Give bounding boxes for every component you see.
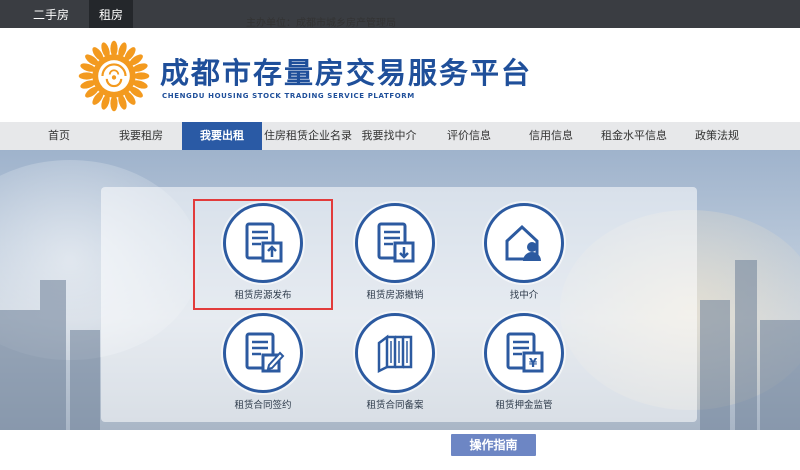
tile-label: 找中介 xyxy=(509,290,539,301)
tile-circle xyxy=(484,203,564,283)
nav-item-rent-levels[interactable]: 租金水平信息 xyxy=(594,122,674,150)
nav-item-find-agent[interactable]: 我要找中介 xyxy=(352,122,426,150)
nav-item-company-directory[interactable]: 住房租赁企业名录 xyxy=(264,122,352,150)
tab-rental[interactable]: 租房 xyxy=(89,0,133,28)
house-person-icon xyxy=(505,224,541,261)
site-title: 成都市存量房交易服务平台 xyxy=(160,56,533,90)
top-bar: 二手房 租房 xyxy=(0,0,800,28)
nav-item-credit[interactable]: 信用信息 xyxy=(516,122,586,150)
tile-deposit-supervision[interactable]: ¥ 租赁押金监管 xyxy=(481,313,567,411)
tile-label: 租赁合同签约 xyxy=(234,400,292,411)
selection-highlight xyxy=(193,199,333,310)
sunflower-logo-icon[interactable] xyxy=(78,40,150,112)
tile-contract-sign[interactable]: 租赁合同签约 xyxy=(220,313,306,411)
tile-contract-filing[interactable]: 租赁合同备案 xyxy=(352,313,438,411)
site-subtitle: CHENGDU HOUSING STOCK TRADING SERVICE PL… xyxy=(162,92,415,100)
tile-circle xyxy=(355,203,435,283)
tile-circle xyxy=(355,313,435,393)
tab-second-hand[interactable]: 二手房 xyxy=(20,0,82,28)
tile-label: 租赁押金监管 xyxy=(495,400,553,411)
tile-label: 租赁合同备案 xyxy=(366,400,424,411)
footer xyxy=(0,430,800,470)
tile-listing-withdraw[interactable]: 租赁房源撤销 xyxy=(352,203,438,301)
main-nav: 首页 我要租房 我要出租 住房租赁企业名录 我要找中介 评价信息 信用信息 租金… xyxy=(0,122,800,150)
tile-find-agent[interactable]: 找中介 xyxy=(481,203,567,301)
nav-item-reviews[interactable]: 评价信息 xyxy=(434,122,504,150)
document-download-icon xyxy=(377,222,415,263)
nav-item-lease-out[interactable]: 我要出租 xyxy=(182,122,262,150)
document-edit-icon xyxy=(245,332,285,373)
tile-circle xyxy=(223,313,303,393)
tile-label: 租赁房源撤销 xyxy=(366,290,424,301)
tile-circle: ¥ xyxy=(484,313,564,393)
host-organization: 主办单位：成都市城乡房产管理局 xyxy=(246,18,396,29)
nav-item-policies[interactable]: 政策法规 xyxy=(682,122,752,150)
svg-text:¥: ¥ xyxy=(529,356,538,370)
nav-item-rent-house[interactable]: 我要租房 xyxy=(104,122,178,150)
guide-button[interactable]: 操作指南 xyxy=(451,434,536,456)
binders-icon xyxy=(377,334,413,374)
document-yuan-icon: ¥ xyxy=(506,332,544,373)
nav-item-home[interactable]: 首页 xyxy=(32,122,86,150)
